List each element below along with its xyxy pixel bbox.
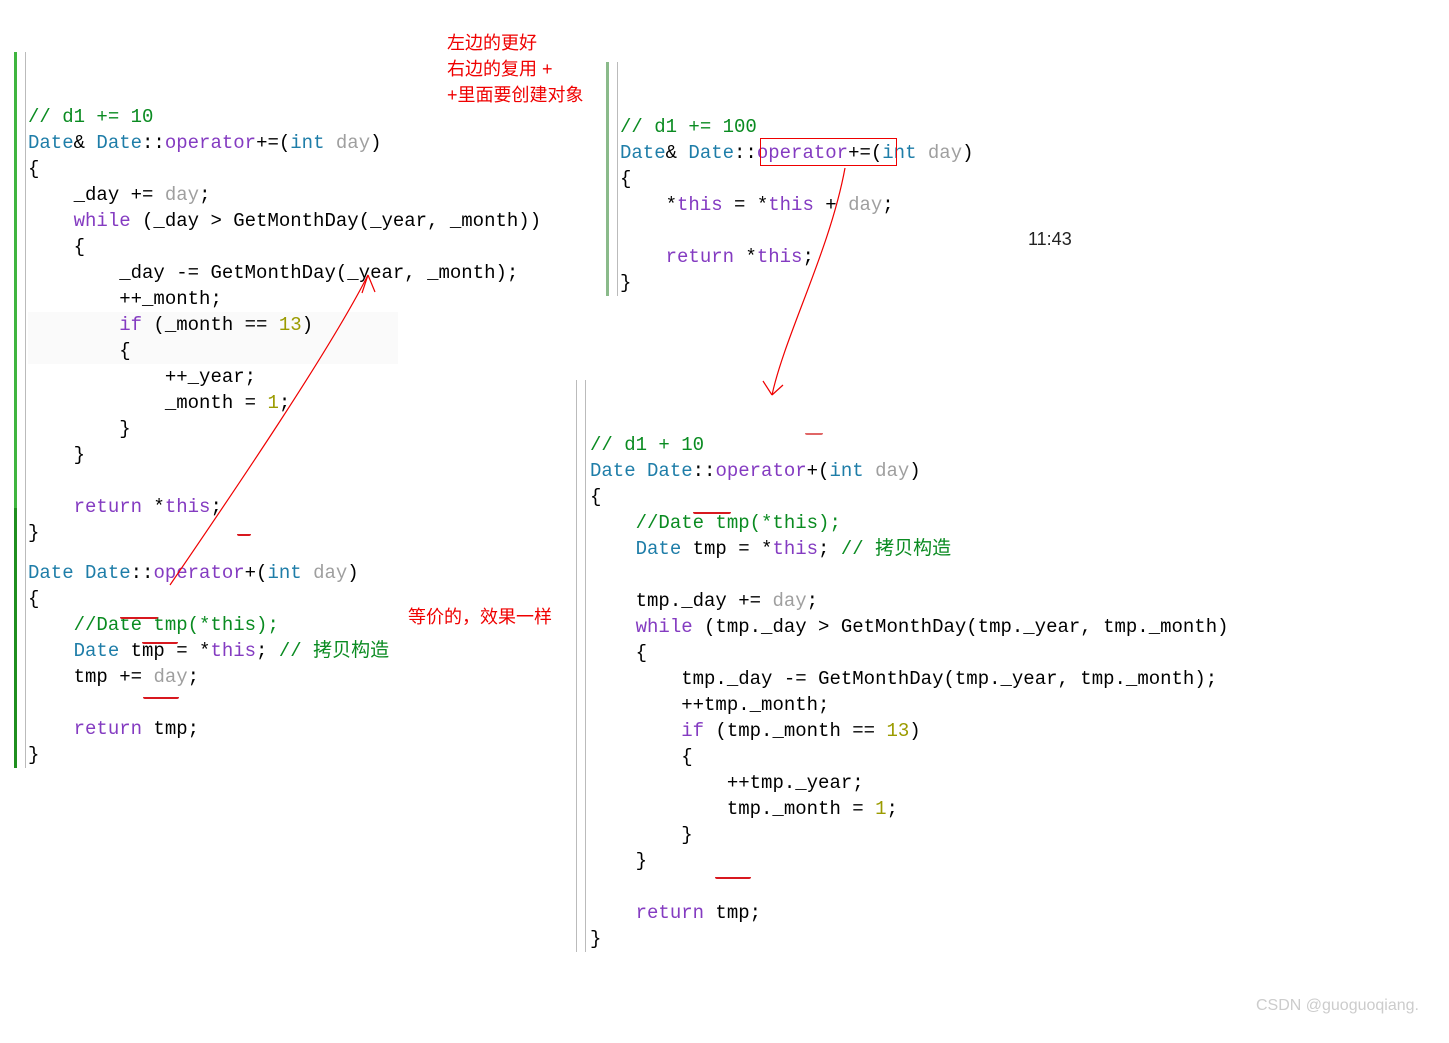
- underline-mark: [693, 510, 731, 514]
- underline-mark: [715, 875, 751, 879]
- highlight-box: [760, 138, 897, 166]
- annotation-mid: 等价的，效果一样: [408, 604, 552, 630]
- code-right-op-plus-equal: // d1 += 100 Date& Date::operator+=(int …: [620, 62, 974, 296]
- underline-mark: [142, 640, 178, 644]
- code-left-op-plus-equal: // d1 += 10 Date& Date::operator+=(int d…: [28, 52, 541, 546]
- comment: // d1 += 10: [28, 106, 153, 128]
- comment: // d1 + 10: [590, 434, 704, 456]
- annotation-top: 左边的更好 右边的复用 + +里面要创建对象: [447, 30, 584, 108]
- comment: // d1 += 100: [620, 116, 757, 138]
- watermark: CSDN @guoguoqiang.: [1256, 993, 1419, 1019]
- underline-mark: [805, 431, 823, 435]
- underline-mark: [143, 695, 179, 699]
- code-right-op-plus: // d1 + 10 Date Date::operator+(int day)…: [590, 380, 1229, 952]
- timestamp: 11:43: [1028, 226, 1072, 252]
- underline-mark: [237, 532, 251, 536]
- underline-mark: [120, 615, 158, 619]
- code-left-op-plus: Date Date::operator+(int day) { //Date t…: [28, 508, 389, 768]
